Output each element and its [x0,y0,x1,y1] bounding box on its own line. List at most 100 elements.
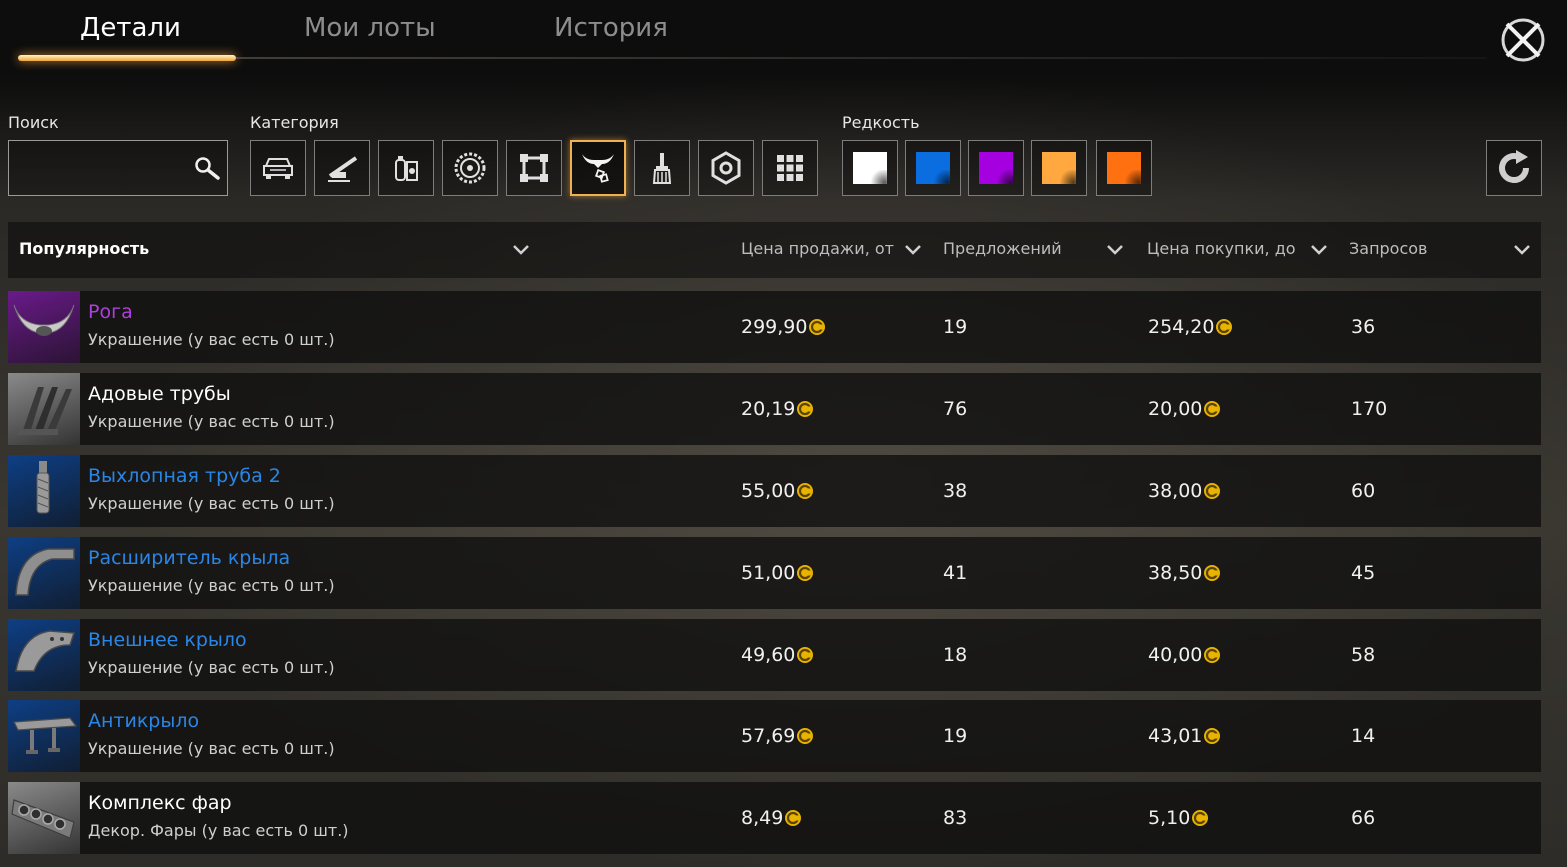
coin-icon [797,565,814,581]
tab-bar: Детали Мои лоты История [0,0,1567,75]
buy-price: 38,50 [1148,562,1221,584]
requests-count: 66 [1351,807,1376,829]
sort-sell-price-label[interactable]: Цена продажи, от [741,239,894,258]
coin-icon [1204,728,1221,744]
reset-filters-button[interactable] [1486,140,1542,196]
rarity-legendary[interactable] [1031,140,1087,196]
sell-price: 51,00 [741,562,814,584]
rarity-swatch [853,152,887,184]
category-weapons[interactable] [314,140,370,196]
rarity-relic[interactable] [1096,140,1152,196]
item-thumbnail [8,700,80,772]
chevron-down-icon[interactable] [1105,243,1125,257]
item-thumbnail [8,373,80,445]
table-row[interactable]: Антикрыло Украшение (у вас есть 0 шт.) 5… [8,700,1541,772]
buy-price: 38,00 [1148,480,1221,502]
table-row[interactable]: Расширитель крыла Украшение (у вас есть … [8,537,1541,609]
sell-price-value: 20,19 [741,398,796,420]
table-row[interactable]: Комплекс фар Декор. Фары (у вас есть 0 ш… [8,782,1541,854]
outer-fender-icon [15,630,76,672]
offers-count: 19 [943,316,968,338]
spoiler-icon [13,717,78,754]
search-icon[interactable] [194,156,222,182]
rarity-epic[interactable] [968,140,1024,196]
tab-my-lots[interactable]: Мои лоты [304,10,436,50]
sell-price-value: 299,90 [741,316,808,338]
rarity-rare[interactable] [905,140,961,196]
sell-price: 55,00 [741,480,814,502]
sell-price-value: 55,00 [741,480,796,502]
requests-count: 58 [1351,644,1376,666]
category-all[interactable] [762,140,818,196]
coin-icon [1204,401,1221,417]
buy-price: 20,00 [1148,398,1221,420]
tab-details[interactable]: Детали [80,10,181,50]
rarity-swatch [1042,152,1076,184]
coin-icon [809,319,826,335]
category-decor[interactable] [570,140,626,196]
sort-buy-price-label[interactable]: Цена покупки, до [1147,239,1296,258]
buy-price-value: 40,00 [1148,644,1203,666]
table-row[interactable]: Рога Украшение (у вас есть 0 шт.) 299,90… [8,291,1541,363]
buy-price: 43,01 [1148,725,1221,747]
tab-divider [236,57,1486,59]
offers-count: 18 [943,644,968,666]
item-thumbnail [8,455,80,527]
wheel-icon [454,152,486,184]
sort-popularity-label[interactable]: Популярность [19,239,149,258]
chevron-down-icon[interactable] [1512,243,1532,257]
buy-price-value: 5,10 [1148,807,1191,829]
item-name: Антикрыло [88,710,200,732]
exhaust-pipes-icon [18,387,72,435]
chevron-down-icon[interactable] [1309,243,1329,257]
horns-icon [13,304,75,336]
buy-price-value: 20,00 [1148,398,1203,420]
sort-requests-label[interactable]: Запросов [1349,239,1427,258]
item-name: Расширитель крыла [88,547,291,569]
chevron-down-icon[interactable] [903,243,923,257]
table-row[interactable]: Выхлопная труба 2 Украшение (у вас есть … [8,455,1541,527]
sort-offers-label[interactable]: Предложений [943,239,1062,258]
coin-icon [1204,647,1221,663]
item-name: Комплекс фар [88,792,232,814]
sell-price: 8,49 [741,807,802,829]
active-tab-indicator [18,55,236,61]
requests-count: 36 [1351,316,1376,338]
category-modules[interactable] [378,140,434,196]
rarity-common[interactable] [842,140,898,196]
item-subtitle: Украшение (у вас есть 0 шт.) [88,658,335,677]
table-row[interactable]: Адовые трубы Украшение (у вас есть 0 шт.… [8,373,1541,445]
close-button[interactable] [1495,12,1551,68]
category-vehicles[interactable] [250,140,306,196]
coin-icon [1192,810,1209,826]
search-input[interactable] [17,155,177,183]
gadget-icon [395,156,418,181]
table-row[interactable]: Внешнее крыло Украшение (у вас есть 0 шт… [8,619,1541,691]
tab-history[interactable]: История [554,10,668,50]
item-thumbnail [8,537,80,609]
offers-count: 83 [943,807,968,829]
offers-count: 76 [943,398,968,420]
category-frames[interactable] [506,140,562,196]
requests-count: 60 [1351,480,1376,502]
item-thumbnail [8,619,80,691]
buy-price-value: 254,20 [1148,316,1215,338]
requests-count: 14 [1351,725,1376,747]
coin-icon [1204,483,1221,499]
paint-brush-icon [652,153,672,184]
nut-icon [711,151,741,185]
sell-price: 20,19 [741,398,814,420]
category-resources[interactable] [698,140,754,196]
cannon-icon [328,156,358,182]
sell-price-value: 57,69 [741,725,796,747]
coin-icon [797,647,814,663]
sell-price: 49,60 [741,644,814,666]
category-paint[interactable] [634,140,690,196]
coin-icon [785,810,802,826]
category-wheels[interactable] [442,140,498,196]
item-name: Адовые трубы [88,383,231,405]
search-field[interactable] [8,140,228,196]
headlights-icon [11,799,75,839]
requests-count: 45 [1351,562,1376,584]
chevron-down-icon[interactable] [511,243,531,257]
